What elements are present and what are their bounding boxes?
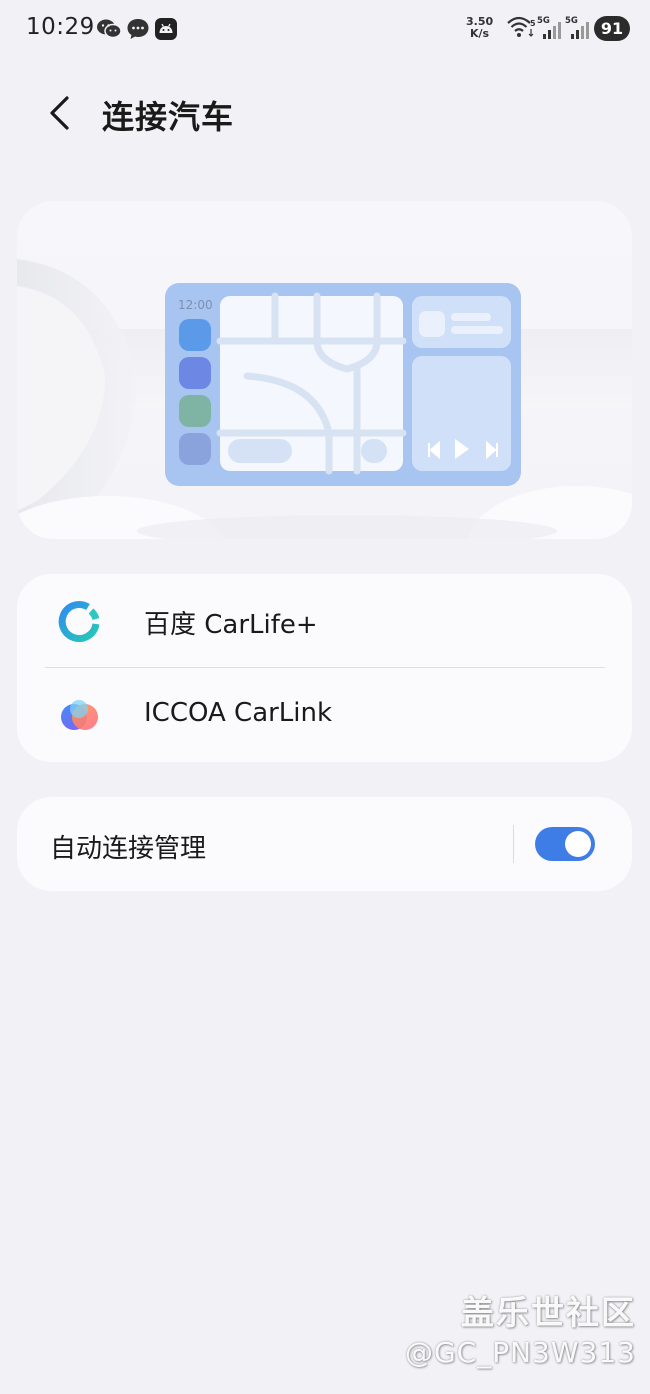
signal-sim2-icon: 5G [565, 16, 589, 39]
auto-connect-setting[interactable]: 自动连接管理 [17, 797, 632, 891]
svg-text:5: 5 [530, 19, 536, 28]
connection-app-list: 百度 CarLife+ ICCOA CarLink [17, 574, 632, 762]
watermark-user: @GC_PN3W313 [404, 1336, 636, 1369]
message-icon [127, 19, 149, 39]
auto-connect-switch[interactable] [535, 827, 595, 861]
car-connection-illustration: 12:00 [17, 201, 632, 539]
wechat-icon [97, 19, 122, 39]
network-speed: 3.50 K/s [466, 15, 494, 40]
status-time: 10:29 [26, 14, 95, 40]
watermark-community: 盖乐世社区 [461, 1293, 636, 1332]
battery-indicator: 91 [594, 16, 630, 41]
signal-sim1-icon: 5G [537, 16, 561, 39]
auto-connect-label: 自动连接管理 [50, 834, 207, 864]
status-bar: 10:29 3.50 K/s 5 5G 5G 91 [0, 0, 650, 58]
switch-knob [565, 831, 591, 857]
android-icon [155, 18, 177, 40]
chevron-left-icon [50, 96, 69, 130]
car-screen-graphic: 12:00 [165, 283, 521, 486]
list-item-carlife[interactable]: 百度 CarLife+ [17, 574, 632, 668]
list-item-carlink[interactable]: ICCOA CarLink [17, 668, 632, 762]
svg-text:5G: 5G [537, 16, 550, 26]
back-button[interactable] [38, 90, 84, 136]
divider [513, 825, 514, 863]
wifi-icon: 5 [507, 16, 536, 37]
page-title: 连接汽车 [102, 98, 235, 136]
carlife-icon [58, 601, 100, 643]
svg-text:5G: 5G [565, 16, 578, 26]
carlink-icon [61, 700, 98, 730]
carlife-label: 百度 CarLife+ [144, 610, 318, 640]
carlink-label: ICCOA CarLink [144, 698, 333, 728]
screen-clock: 12:00 [178, 298, 213, 312]
